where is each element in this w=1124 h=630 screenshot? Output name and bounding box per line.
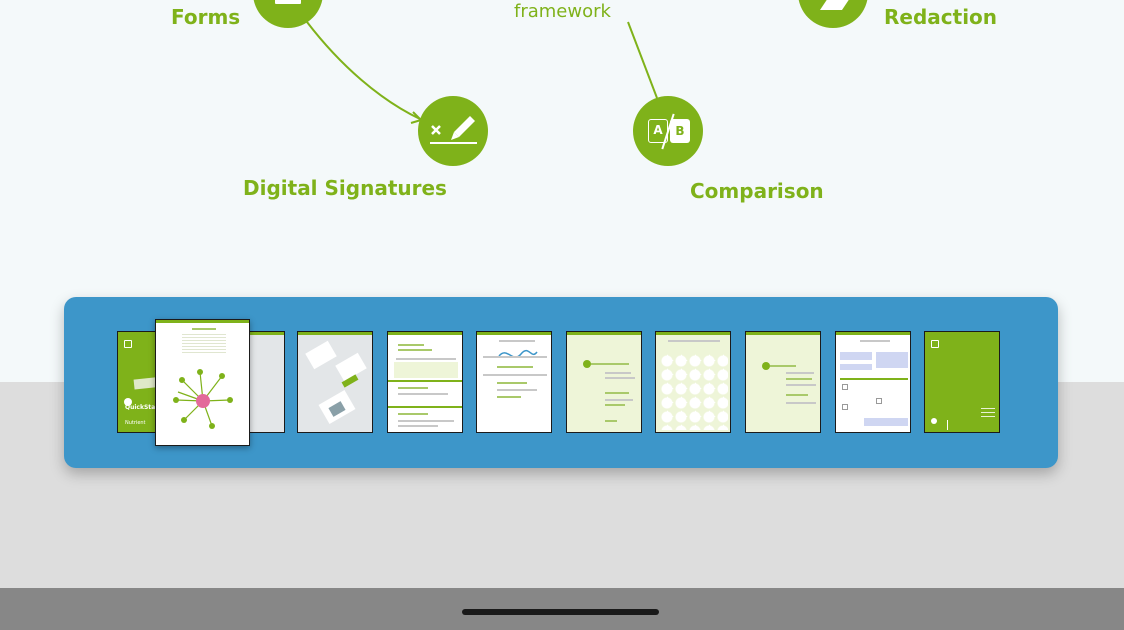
- thumbnail-scrubber-bar[interactable]: QuickStart Guide Nutrient: [64, 297, 1058, 468]
- thumbnail-page-8[interactable]: [655, 331, 731, 433]
- thumbnail-page-10[interactable]: [835, 331, 911, 433]
- thumbnail-page-9[interactable]: [745, 331, 821, 433]
- redaction-label: Redaction: [884, 5, 998, 29]
- home-indicator[interactable]: [462, 609, 659, 615]
- mindmap-graphic: [173, 369, 233, 429]
- thumbnail-page-7[interactable]: [566, 331, 642, 433]
- comparison-icon-b: B: [670, 119, 690, 143]
- redaction-icon: [798, 0, 868, 28]
- comparison-icon: A B: [633, 96, 703, 166]
- thumbnail-page-11[interactable]: [924, 331, 1000, 433]
- digital-signatures-label: Digital Signatures: [243, 176, 447, 200]
- thumbnail-page-6[interactable]: [476, 331, 552, 433]
- framework-text: framework: [514, 1, 611, 22]
- thumbnail-page-5[interactable]: [387, 331, 463, 433]
- digital-signature-icon: [418, 96, 488, 166]
- pattern-grid: [660, 354, 728, 430]
- cover-brand: Nutrient: [125, 420, 146, 426]
- cover-logo-icon: [124, 340, 132, 348]
- thumbnail-page-2-selected[interactable]: [155, 319, 250, 446]
- comparison-label: Comparison: [690, 179, 824, 203]
- thumbnail-page-4[interactable]: [297, 331, 373, 433]
- forms-label: Forms: [171, 5, 241, 29]
